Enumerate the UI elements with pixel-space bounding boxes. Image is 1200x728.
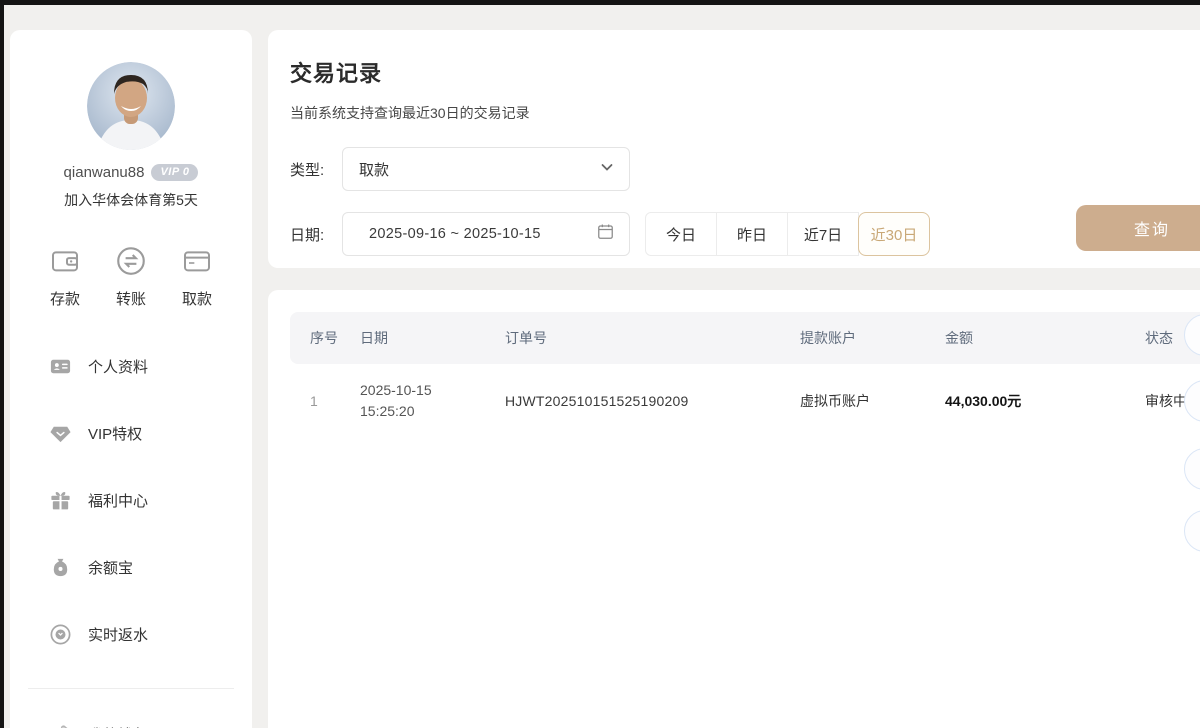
range-yesterday-button[interactable]: 昨日 bbox=[716, 212, 788, 256]
quick-action-transfer[interactable]: 转账 bbox=[102, 244, 160, 309]
calendar-icon bbox=[596, 222, 615, 246]
column-header-account: 提款账户 bbox=[800, 328, 945, 348]
sidebar-item-label: 福利中心 bbox=[88, 490, 148, 511]
profile-sidebar: qianwanu88 VIP 0 加入华体会体育第5天 存款 转账 bbox=[10, 30, 252, 728]
sidebar-item-yuebao[interactable]: 余额宝 bbox=[10, 554, 252, 580]
quick-action-label: 存款 bbox=[50, 288, 80, 309]
quick-action-label: 转账 bbox=[116, 288, 146, 309]
gift-icon bbox=[48, 488, 72, 512]
sidebar-item-label: VIP特权 bbox=[88, 423, 142, 444]
join-days-text: 加入华体会体育第5天 bbox=[10, 190, 252, 210]
sidebar-item-label: 实时返水 bbox=[88, 624, 148, 645]
piggy-bank-icon bbox=[48, 722, 72, 728]
column-header-index: 序号 bbox=[310, 328, 360, 348]
window-edge-left bbox=[0, 0, 4, 728]
table-row: 1 2025-10-15 15:25:20 HJWT20251015152519… bbox=[290, 370, 1200, 432]
wallet-icon bbox=[49, 244, 81, 278]
window-edge-top bbox=[0, 0, 1200, 5]
cell-date: 2025-10-15 15:25:20 bbox=[360, 380, 505, 422]
search-button[interactable]: 查询 bbox=[1076, 205, 1200, 251]
range-30days-button[interactable]: 近30日 bbox=[858, 212, 930, 256]
range-7days-button[interactable]: 近7日 bbox=[787, 212, 859, 256]
transfer-icon bbox=[114, 244, 148, 278]
sidebar-item-wallet[interactable]: 我的钱包 bbox=[10, 721, 252, 728]
cell-date-time: 15:25:20 bbox=[360, 403, 415, 419]
date-range-input[interactable]: 2025-09-16 ~ 2025-10-15 bbox=[342, 212, 630, 256]
page-title: 交易记录 bbox=[290, 56, 1200, 88]
vip-gem-icon bbox=[48, 421, 72, 445]
sidebar-item-label: 余额宝 bbox=[88, 557, 133, 578]
type-select-value: 取款 bbox=[359, 159, 389, 180]
transaction-filter-card: 交易记录 当前系统支持查询最近30日的交易记录 类型: 取款 日期: 2025-… bbox=[268, 30, 1200, 268]
date-filter-row: 日期: 2025-09-16 ~ 2025-10-15 今日 昨日 近7日 近3… bbox=[290, 212, 1200, 256]
sidebar-item-profile[interactable]: 个人资料 bbox=[10, 353, 252, 379]
cell-amount: 44,030.00元 bbox=[945, 391, 1145, 411]
sidebar-item-vip[interactable]: VIP特权 bbox=[10, 420, 252, 446]
cell-date-day: 2025-10-15 bbox=[360, 382, 432, 398]
quick-action-withdraw[interactable]: 取款 bbox=[168, 244, 226, 309]
sidebar-item-benefits[interactable]: 福利中心 bbox=[10, 487, 252, 513]
page-subtitle: 当前系统支持查询最近30日的交易记录 bbox=[290, 103, 1200, 123]
bank-card-icon bbox=[181, 244, 213, 278]
cell-order-number: HJWT202510151525190209 bbox=[505, 393, 800, 409]
transaction-table-card: 序号 日期 订单号 提款账户 金额 状态 1 2025-10-15 15:25:… bbox=[268, 290, 1200, 728]
type-select[interactable]: 取款 bbox=[342, 147, 630, 191]
sidebar-divider bbox=[28, 688, 234, 689]
column-header-date: 日期 bbox=[360, 328, 505, 348]
quick-action-label: 取款 bbox=[182, 288, 212, 309]
date-range-presets: 今日 昨日 近7日 近30日 bbox=[645, 212, 930, 256]
id-card-icon bbox=[48, 354, 72, 378]
range-today-button[interactable]: 今日 bbox=[645, 212, 717, 256]
date-label: 日期: bbox=[290, 224, 342, 245]
rebate-coin-icon bbox=[48, 622, 72, 646]
chevron-down-icon bbox=[599, 159, 615, 180]
vip-badge: VIP 0 bbox=[151, 164, 198, 181]
sidebar-item-label: 个人资料 bbox=[88, 356, 148, 377]
column-header-order: 订单号 bbox=[505, 328, 800, 348]
sidebar-item-label: 我的钱包 bbox=[88, 724, 148, 728]
cell-index: 1 bbox=[310, 393, 360, 409]
username: qianwanu88 bbox=[64, 164, 145, 181]
column-header-amount: 金额 bbox=[945, 328, 1145, 348]
sidebar-item-rebate[interactable]: 实时返水 bbox=[10, 621, 252, 647]
money-pouch-icon bbox=[48, 555, 72, 579]
sidebar-menu: 个人资料 VIP特权 福利中心 bbox=[10, 353, 252, 647]
date-range-value: 2025-09-16 ~ 2025-10-15 bbox=[369, 226, 541, 242]
quick-actions: 存款 转账 取款 bbox=[10, 244, 252, 309]
quick-action-deposit[interactable]: 存款 bbox=[36, 244, 94, 309]
type-filter-row: 类型: 取款 bbox=[290, 147, 1200, 191]
type-label: 类型: bbox=[290, 159, 342, 180]
table-header: 序号 日期 订单号 提款账户 金额 状态 bbox=[290, 312, 1200, 364]
avatar bbox=[87, 62, 175, 150]
cell-account: 虚拟币账户 bbox=[800, 391, 945, 411]
